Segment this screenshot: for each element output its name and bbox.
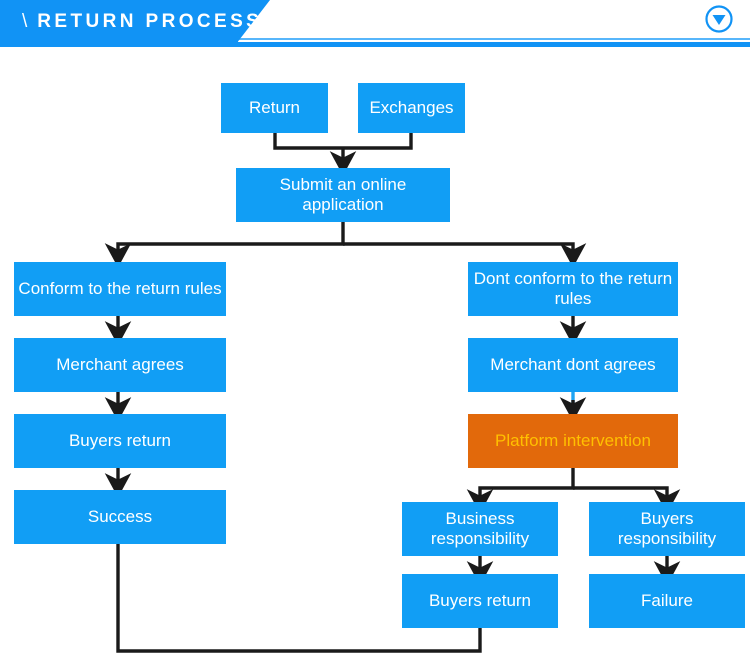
node-dont-conform-to-return-rules[interactable]: Dont conform to the return rules xyxy=(468,262,678,316)
node-submit-online-application[interactable]: Submit an online application xyxy=(236,168,450,222)
node-label: Success xyxy=(87,507,153,526)
node-label: Business responsibility xyxy=(430,509,530,548)
title-slash-mark: \ xyxy=(22,11,28,32)
node-buyers-responsibility[interactable]: Buyers responsibility xyxy=(589,502,745,556)
node-merchant-dont-agrees[interactable]: Merchant dont agrees xyxy=(468,338,678,392)
node-exchanges[interactable]: Exchanges xyxy=(358,83,465,133)
node-label: Buyers return xyxy=(68,431,172,450)
circle-triangle-down-icon[interactable] xyxy=(704,4,734,34)
node-label: Buyers responsibility xyxy=(617,509,717,548)
node-label: Return xyxy=(248,98,301,117)
node-conform-to-return-rules[interactable]: Conform to the return rules xyxy=(14,262,226,316)
page-title: \ RETURN PROCESS xyxy=(22,11,262,33)
node-label: Buyers return xyxy=(428,591,532,610)
node-success[interactable]: Success xyxy=(14,490,226,544)
flowchart-canvas: Return Exchanges Submit an online applic… xyxy=(0,54,750,665)
node-return[interactable]: Return xyxy=(221,83,328,133)
node-label: Merchant agrees xyxy=(56,355,184,374)
node-label: Submit an online application xyxy=(279,175,407,214)
page-header: \ RETURN PROCESS xyxy=(0,0,750,54)
return-process-page: \ RETURN PROCESS Return Exchanges Submit… xyxy=(0,0,750,665)
node-failure[interactable]: Failure xyxy=(589,574,745,628)
node-buyers-return-right[interactable]: Buyers return xyxy=(402,574,558,628)
node-label: Failure xyxy=(641,591,693,610)
node-business-responsibility[interactable]: Business responsibility xyxy=(402,502,558,556)
node-label: Merchant dont agrees xyxy=(490,355,656,374)
node-merchant-agrees[interactable]: Merchant agrees xyxy=(14,338,226,392)
page-title-text: RETURN PROCESS xyxy=(37,11,263,32)
node-label: Exchanges xyxy=(369,98,454,117)
node-label: Dont conform to the return rules xyxy=(473,269,673,308)
node-buyers-return-left[interactable]: Buyers return xyxy=(14,414,226,468)
node-label: Platform intervention xyxy=(495,431,651,450)
node-label: Conform to the return rules xyxy=(18,279,222,298)
node-platform-intervention[interactable]: Platform intervention xyxy=(468,414,678,468)
